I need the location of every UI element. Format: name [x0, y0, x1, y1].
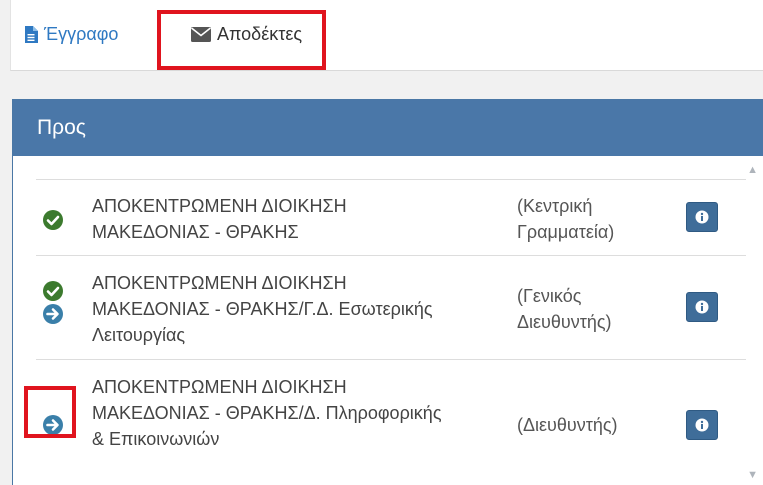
recipient-role: (Γενικός Διευθυντής): [517, 283, 612, 335]
info-button[interactable]: [686, 292, 718, 322]
recipient-name: ΑΠΟΚΕΝΤΡΩΜΕΝΗ ΔΙΟΙΚΗΣΗ ΜΑΚΕΔΟΝΙΑΣ - ΘΡΑΚ…: [92, 374, 442, 452]
recipient-name-line: ΑΠΟΚΕΝΤΡΩΜΕΝΗ ΔΙΟΙΚΗΣΗ: [92, 273, 347, 293]
info-icon: [695, 210, 709, 224]
row-divider: [36, 255, 746, 256]
recipient-role-line: (Κεντρική: [517, 196, 593, 216]
recipient-name-line: ΑΠΟΚΕΝΤΡΩΜΕΝΗ ΔΙΟΙΚΗΣΗ: [92, 196, 347, 216]
scroll-down-icon[interactable]: ▼: [747, 469, 758, 481]
scroll-up-icon[interactable]: ▲: [747, 164, 758, 176]
info-icon: [695, 300, 709, 314]
check-circle-icon: [43, 281, 63, 301]
recipient-role-line: Διευθυντής): [517, 312, 612, 332]
recipient-name: ΑΠΟΚΕΝΤΡΩΜΕΝΗ ΔΙΟΙΚΗΣΗ ΜΑΚΕΔΟΝΙΑΣ - ΘΡΑΚ…: [92, 193, 347, 245]
check-circle-icon: [43, 210, 63, 230]
highlight-box-arrow-icon: [24, 386, 76, 438]
tab-document-label: Έγγραφο: [44, 24, 119, 44]
recipient-name: ΑΠΟΚΕΝΤΡΩΜΕΝΗ ΔΙΟΙΚΗΣΗ ΜΑΚΕΔΟΝΙΑΣ - ΘΡΑΚ…: [92, 270, 433, 348]
arrow-right-circle-icon: [43, 304, 63, 324]
tab-bar: Έγγραφο Αποδέκτες: [10, 0, 763, 71]
recipient-role: (Διευθυντής): [517, 412, 618, 438]
file-icon: [25, 26, 38, 43]
recipient-name-line: & Επικοινωνιών: [92, 429, 220, 449]
row-divider: [36, 359, 746, 360]
recipient-name-line: ΜΑΚΕΔΟΝΙΑΣ - ΘΡΑΚΗΣ/Δ. Πληροφορικής: [92, 403, 442, 423]
recipients-list[interactable]: ▲ ΑΠΟΚΕΝΤΡΩΜΕΝΗ ΔΙΟΙΚΗΣΗ ΜΑΚΕΔΟΝΙΑΣ - ΘΡ…: [13, 156, 763, 485]
recipient-role-line: Γραμματεία): [517, 222, 615, 242]
recipient-name-line: ΜΑΚΕΔΟΝΙΑΣ - ΘΡΑΚΗΣ/Γ.Δ. Εσωτερικής: [92, 299, 433, 319]
info-button[interactable]: [686, 202, 718, 232]
recipient-name-line: Λειτουργίας: [92, 325, 186, 345]
tab-document[interactable]: Έγγραφο: [24, 24, 118, 45]
recipient-role-line: (Διευθυντής): [517, 415, 618, 435]
recipient-role-line: (Γενικός: [517, 286, 582, 306]
recipient-role: (Κεντρική Γραμματεία): [517, 193, 614, 245]
row-divider: [36, 179, 746, 180]
info-icon: [695, 418, 709, 432]
panel-title: Προς: [13, 100, 763, 156]
recipients-panel: Προς ▲ ΑΠΟΚΕΝΤΡΩΜΕΝΗ ΔΙΟΙΚΗΣΗ ΜΑΚΕΔΟΝΙΑΣ…: [12, 99, 763, 485]
recipient-name-line: ΜΑΚΕΔΟΝΙΑΣ - ΘΡΑΚΗΣ: [92, 222, 299, 242]
recipient-name-line: ΑΠΟΚΕΝΤΡΩΜΕΝΗ ΔΙΟΙΚΗΣΗ: [92, 377, 347, 397]
info-button[interactable]: [686, 410, 718, 440]
highlight-box-recipients-tab: [157, 10, 326, 70]
